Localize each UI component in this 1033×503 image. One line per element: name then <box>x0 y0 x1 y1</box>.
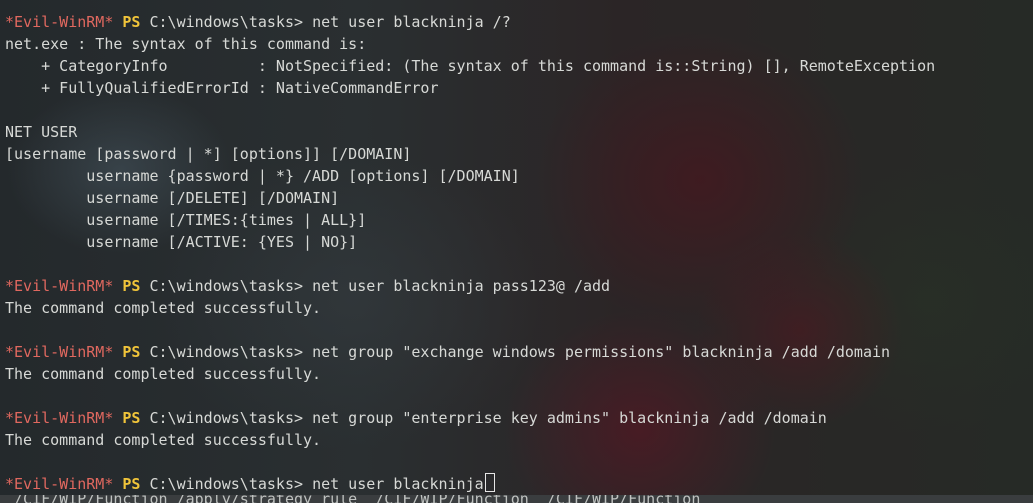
command-text: net user blackninja /? <box>312 13 511 31</box>
prompt-evil-winrm: *Evil-WinRM* <box>5 277 114 295</box>
output-line: username [/ACTIVE: {YES | NO}] <box>5 233 358 251</box>
prompt-ps: PS <box>122 409 141 427</box>
prompt-line: *Evil-WinRM* PS C:\windows\tasks> net gr… <box>5 407 935 429</box>
prompt-path: C:\windows\tasks> <box>149 13 304 31</box>
output-line: + CategoryInfo : NotSpecified: (The synt… <box>5 57 936 75</box>
prompt-evil-winrm: *Evil-WinRM* <box>5 343 114 361</box>
output-line: [username [password | *] [options]] [/DO… <box>5 145 412 163</box>
status-strip: _/CIF/WIP/Function /apply/strategy_rule … <box>0 495 1033 503</box>
prompt-ps: PS <box>122 475 141 493</box>
prompt-path: C:\windows\tasks> <box>149 277 304 295</box>
prompt-line: *Evil-WinRM* PS C:\windows\tasks> net us… <box>5 275 935 297</box>
terminal-window[interactable]: *Evil-WinRM* PS C:\windows\tasks> net us… <box>0 0 1033 503</box>
command-text[interactable]: net user blackninja <box>312 475 484 493</box>
prompt-line: *Evil-WinRM* PS C:\windows\tasks> net gr… <box>5 341 935 363</box>
prompt-evil-winrm: *Evil-WinRM* <box>5 475 114 493</box>
prompt-ps: PS <box>122 13 141 31</box>
output-line: The command completed successfully. <box>5 431 322 449</box>
terminal-output: *Evil-WinRM* PS C:\windows\tasks> net us… <box>5 11 935 495</box>
output-line: + FullyQualifiedErrorId : NativeCommandE… <box>5 79 439 97</box>
command-text: net group "enterprise key admins" blackn… <box>312 409 827 427</box>
prompt-path: C:\windows\tasks> <box>149 475 304 493</box>
command-text: net group "exchange windows permissions"… <box>312 343 891 361</box>
output-line: The command completed successfully. <box>5 365 322 383</box>
output-line: username {password | *} /ADD [options] [… <box>5 167 520 185</box>
status-strip-text: _/CIF/WIP/Function /apply/strategy_rule … <box>5 495 700 503</box>
command-text: net user blackninja pass123@ /add <box>312 277 611 295</box>
prompt-line: *Evil-WinRM* PS C:\windows\tasks> net us… <box>5 473 935 495</box>
output-line: The command completed successfully. <box>5 299 322 317</box>
prompt-evil-winrm: *Evil-WinRM* <box>5 13 114 31</box>
text-cursor <box>484 473 495 492</box>
output-line: username [/DELETE] [/DOMAIN] <box>5 189 340 207</box>
prompt-path: C:\windows\tasks> <box>149 343 304 361</box>
output-line: NET USER <box>5 123 78 141</box>
prompt-line: *Evil-WinRM* PS C:\windows\tasks> net us… <box>5 11 935 33</box>
prompt-path: C:\windows\tasks> <box>149 409 304 427</box>
output-line: username [/TIMES:{times | ALL}] <box>5 211 367 229</box>
prompt-evil-winrm: *Evil-WinRM* <box>5 409 114 427</box>
prompt-ps: PS <box>122 343 141 361</box>
output-line: net.exe : The syntax of this command is: <box>5 35 367 53</box>
prompt-ps: PS <box>122 277 141 295</box>
